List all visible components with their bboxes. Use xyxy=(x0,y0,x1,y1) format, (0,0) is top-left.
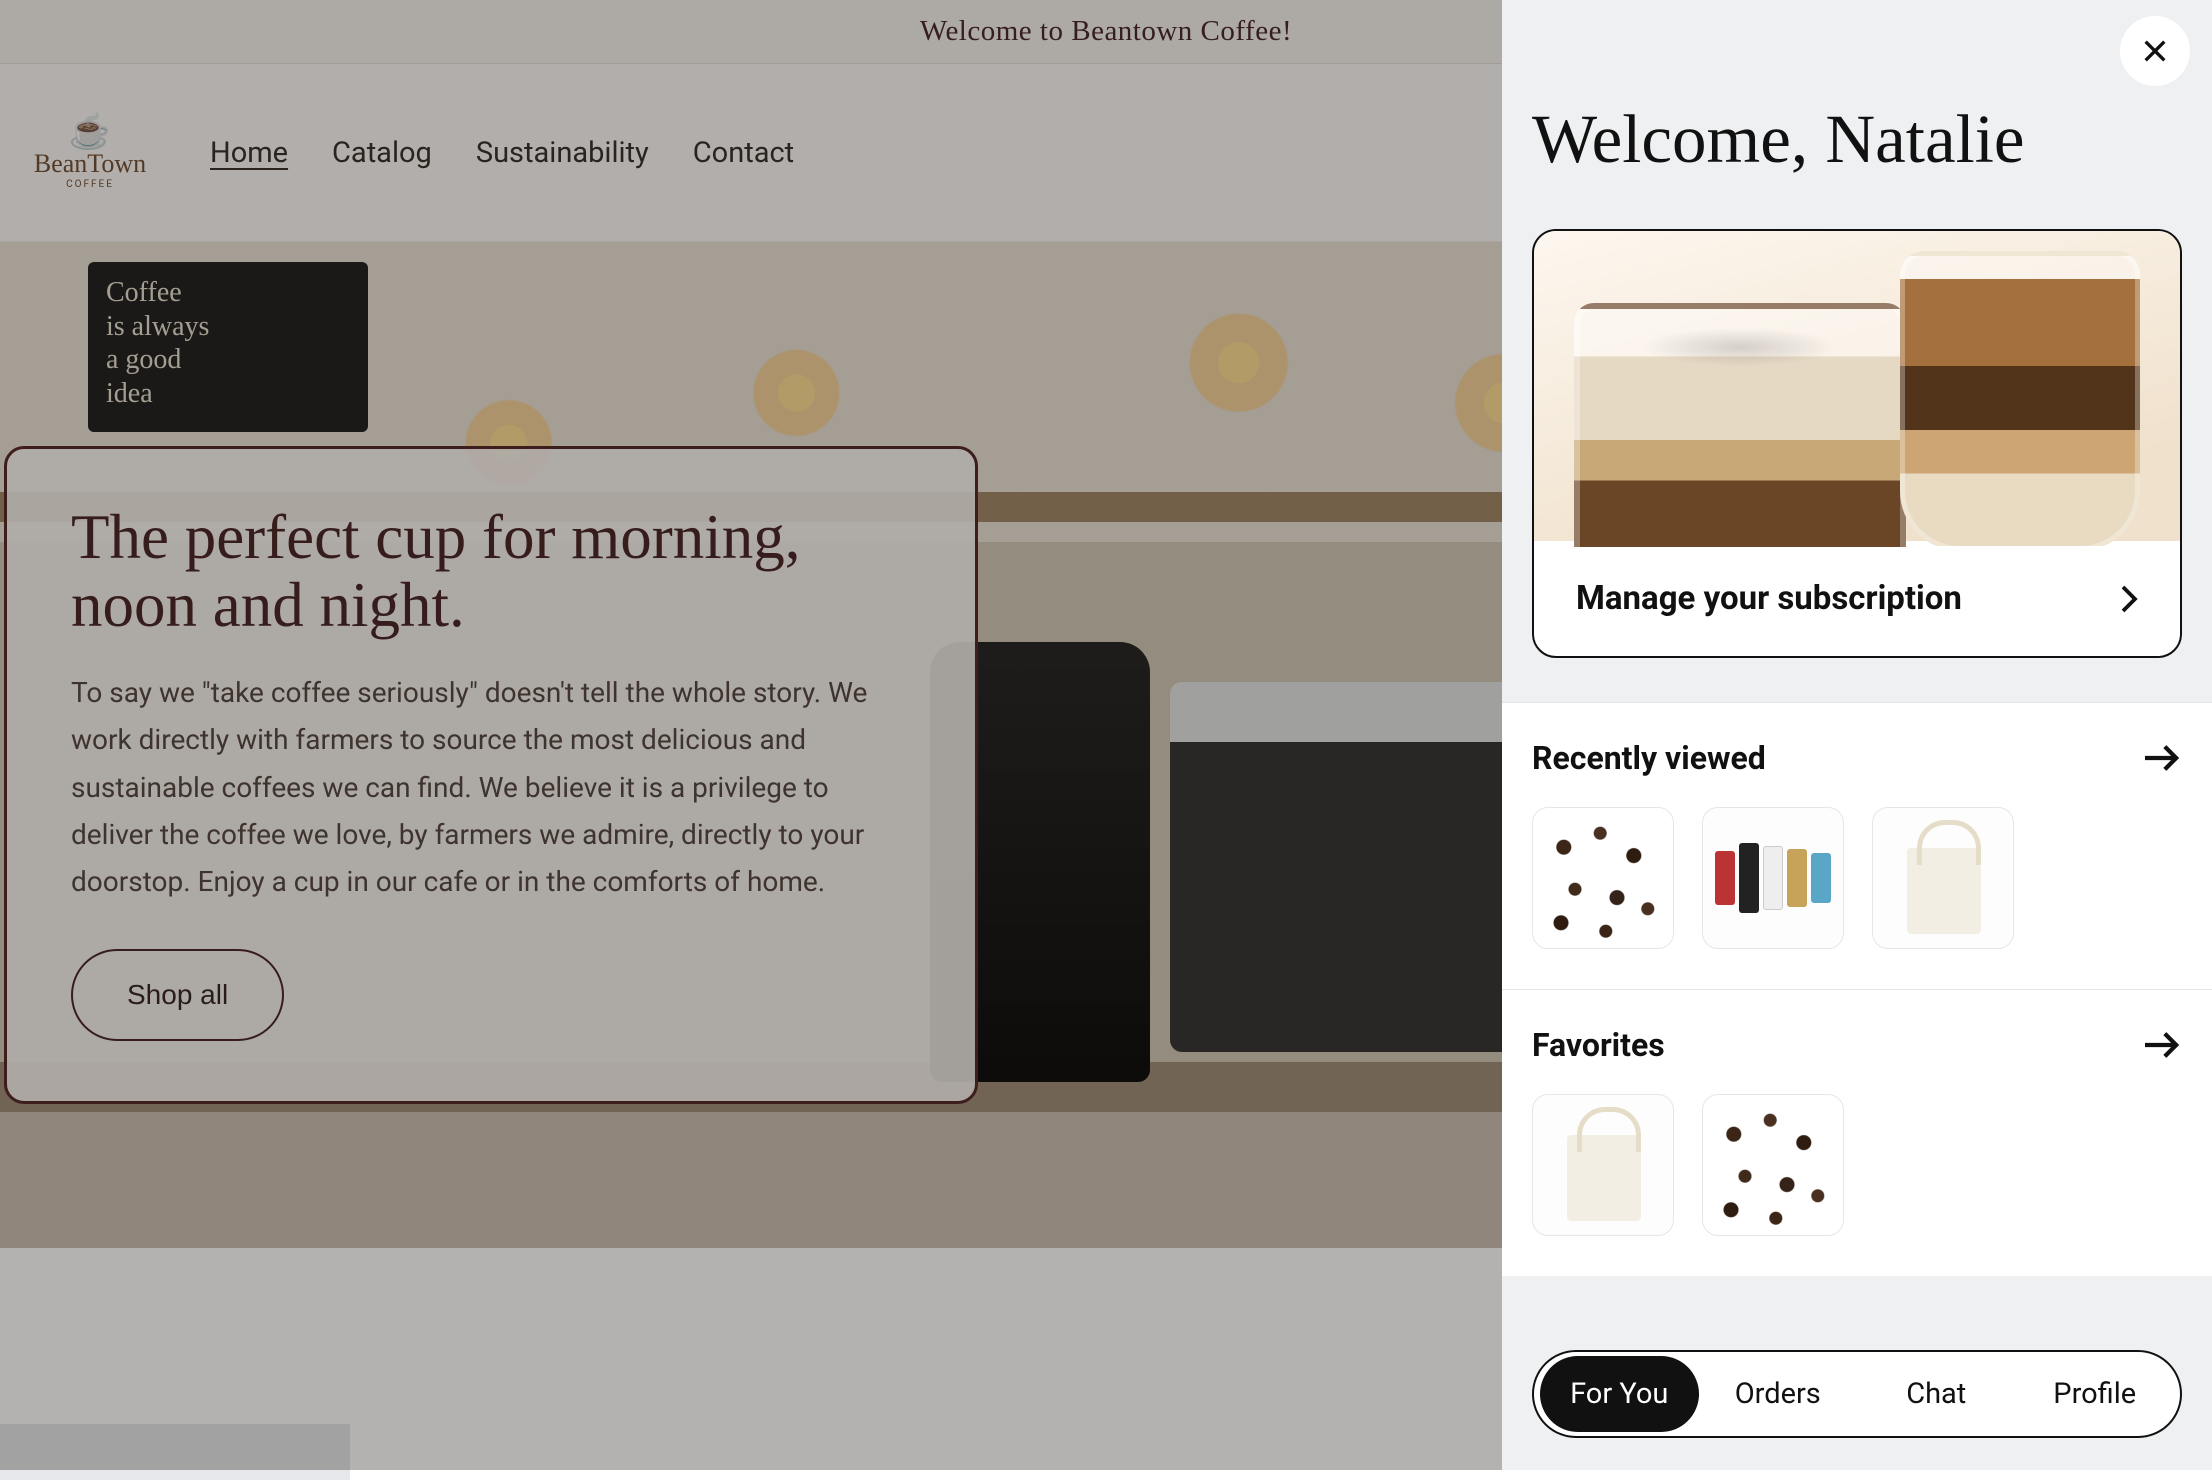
recently-viewed-section: Recently viewed xyxy=(1502,702,2212,989)
account-drawer: Welcome, Natalie Manage your subscriptio… xyxy=(1502,0,2212,1470)
drawer-greeting: Welcome, Natalie xyxy=(1502,0,2212,229)
favorites-title: Favorites xyxy=(1532,1026,1665,1064)
main-nav: Home Catalog Sustainability Contact xyxy=(210,136,794,170)
tab-chat[interactable]: Chat xyxy=(1857,1356,2016,1432)
chevron-right-icon xyxy=(2120,584,2138,614)
arrow-right-icon xyxy=(2142,741,2182,775)
close-icon xyxy=(2139,35,2171,67)
favorites-items xyxy=(1532,1094,2182,1236)
nav-home[interactable]: Home xyxy=(210,136,288,170)
close-drawer-button[interactable] xyxy=(2120,16,2190,86)
hero-title: The perfect cup for morning, noon and ni… xyxy=(71,503,911,639)
nav-contact[interactable]: Contact xyxy=(693,136,794,170)
drawer-tab-bar: For You Orders Chat Profile xyxy=(1532,1350,2182,1438)
recently-viewed-arrow[interactable] xyxy=(2142,741,2182,775)
bottom-widget-placeholder xyxy=(0,1424,350,1480)
recently-viewed-title: Recently viewed xyxy=(1532,739,1766,777)
tab-for-you[interactable]: For You xyxy=(1540,1356,1699,1432)
favorite-item-tote-bag[interactable] xyxy=(1532,1094,1674,1236)
hero-description: To say we "take coffee seriously" doesn'… xyxy=(71,669,911,904)
tab-orders[interactable]: Orders xyxy=(1699,1356,1858,1432)
hero-card: The perfect cup for morning, noon and ni… xyxy=(4,446,978,1103)
favorites-arrow[interactable] xyxy=(2142,1028,2182,1062)
recently-viewed-items xyxy=(1532,807,2182,949)
site-logo[interactable]: ☕ BeanTown COFFEE xyxy=(10,115,170,190)
favorites-section: Favorites xyxy=(1502,989,2212,1276)
subscription-label: Manage your subscription xyxy=(1576,579,1962,618)
chalkboard-decoration: Coffeeis alwaysa goodidea xyxy=(88,262,368,432)
subscription-image xyxy=(1534,231,2180,541)
recent-item-coffee-bags[interactable] xyxy=(1702,807,1844,949)
tab-profile[interactable]: Profile xyxy=(2016,1356,2175,1432)
nav-sustainability[interactable]: Sustainability xyxy=(476,136,649,170)
favorite-item-coffee-beans[interactable] xyxy=(1702,1094,1844,1236)
recent-item-tote-bag[interactable] xyxy=(1872,807,2014,949)
logo-name: BeanTown xyxy=(34,149,146,179)
recent-item-coffee-beans[interactable] xyxy=(1532,807,1674,949)
arrow-right-icon xyxy=(2142,1028,2182,1062)
shop-all-button[interactable]: Shop all xyxy=(71,949,284,1041)
announcement-text: Welcome to Beantown Coffee! xyxy=(920,15,1292,48)
coffee-cup-icon: ☕ xyxy=(69,115,111,149)
subscription-card[interactable]: Manage your subscription xyxy=(1532,229,2182,658)
nav-catalog[interactable]: Catalog xyxy=(332,136,432,170)
logo-subtitle: COFFEE xyxy=(66,179,114,190)
subscription-row: Manage your subscription xyxy=(1534,541,2180,656)
